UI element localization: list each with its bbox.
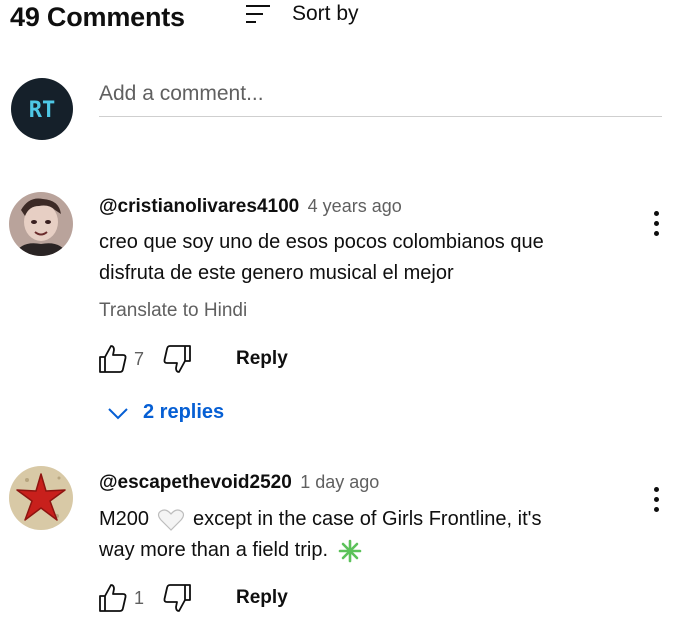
- comment-text-line: creo que soy uno de esos pocos colombian…: [99, 231, 544, 253]
- like-count: 1: [134, 587, 145, 608]
- comment-menu-button[interactable]: [652, 487, 660, 515]
- commenter-avatar[interactable]: [9, 466, 73, 530]
- add-comment-input[interactable]: Add a comment...: [99, 80, 662, 117]
- translate-button[interactable]: Translate to Hindi: [99, 300, 247, 322]
- comment-text-part: except in the case of Girls Frontline, i…: [193, 508, 542, 530]
- comment-menu-button[interactable]: [652, 211, 660, 239]
- comment-text-line: way more than a field trip.: [99, 539, 328, 561]
- commenter-avatar[interactable]: [9, 192, 73, 256]
- reply-button[interactable]: Reply: [236, 587, 288, 609]
- comment-text: creo que soy uno de esos pocos colombian…: [99, 227, 544, 289]
- comment-time[interactable]: 1 day ago: [300, 472, 379, 492]
- comment-text-line: disfruta de este genero musical el mejor: [99, 262, 454, 284]
- comment-author[interactable]: @escapethevoid2520: [99, 472, 292, 493]
- dislike-icon[interactable]: [162, 582, 194, 614]
- sort-icon: [246, 5, 270, 23]
- svg-text:RT: RT: [29, 98, 56, 123]
- like-icon[interactable]: [96, 582, 128, 614]
- sort-by-button[interactable]: Sort by: [244, 2, 359, 26]
- rt-logo-icon: RT: [29, 98, 56, 123]
- comment-actions: 7 Reply: [96, 343, 288, 375]
- comment-author[interactable]: @cristianolivares4100: [99, 196, 299, 217]
- comment-header: @cristianolivares4100 4 years ago: [99, 196, 402, 218]
- like-icon[interactable]: [96, 343, 128, 375]
- comment-time[interactable]: 4 years ago: [308, 196, 402, 216]
- chevron-down-icon: [108, 407, 128, 419]
- sort-label: Sort by: [292, 2, 359, 25]
- comment-text: M200 except in the case of Girls Frontli…: [99, 504, 541, 566]
- comment-count: 49 Comments: [10, 2, 185, 32]
- dislike-icon[interactable]: [162, 343, 194, 375]
- sparkle-icon: [338, 539, 362, 562]
- comment-header: @escapethevoid2520 1 day ago: [99, 472, 379, 494]
- replies-label: 2 replies: [143, 401, 225, 423]
- user-avatar[interactable]: RT: [11, 78, 73, 140]
- like-count: 7: [134, 348, 145, 369]
- white-heart-icon: [157, 508, 185, 531]
- reply-button[interactable]: Reply: [236, 348, 288, 370]
- view-replies-button[interactable]: 2 replies: [107, 401, 224, 424]
- comment-actions: 1 Reply: [96, 582, 288, 614]
- comment-text-part: M200: [99, 508, 150, 530]
